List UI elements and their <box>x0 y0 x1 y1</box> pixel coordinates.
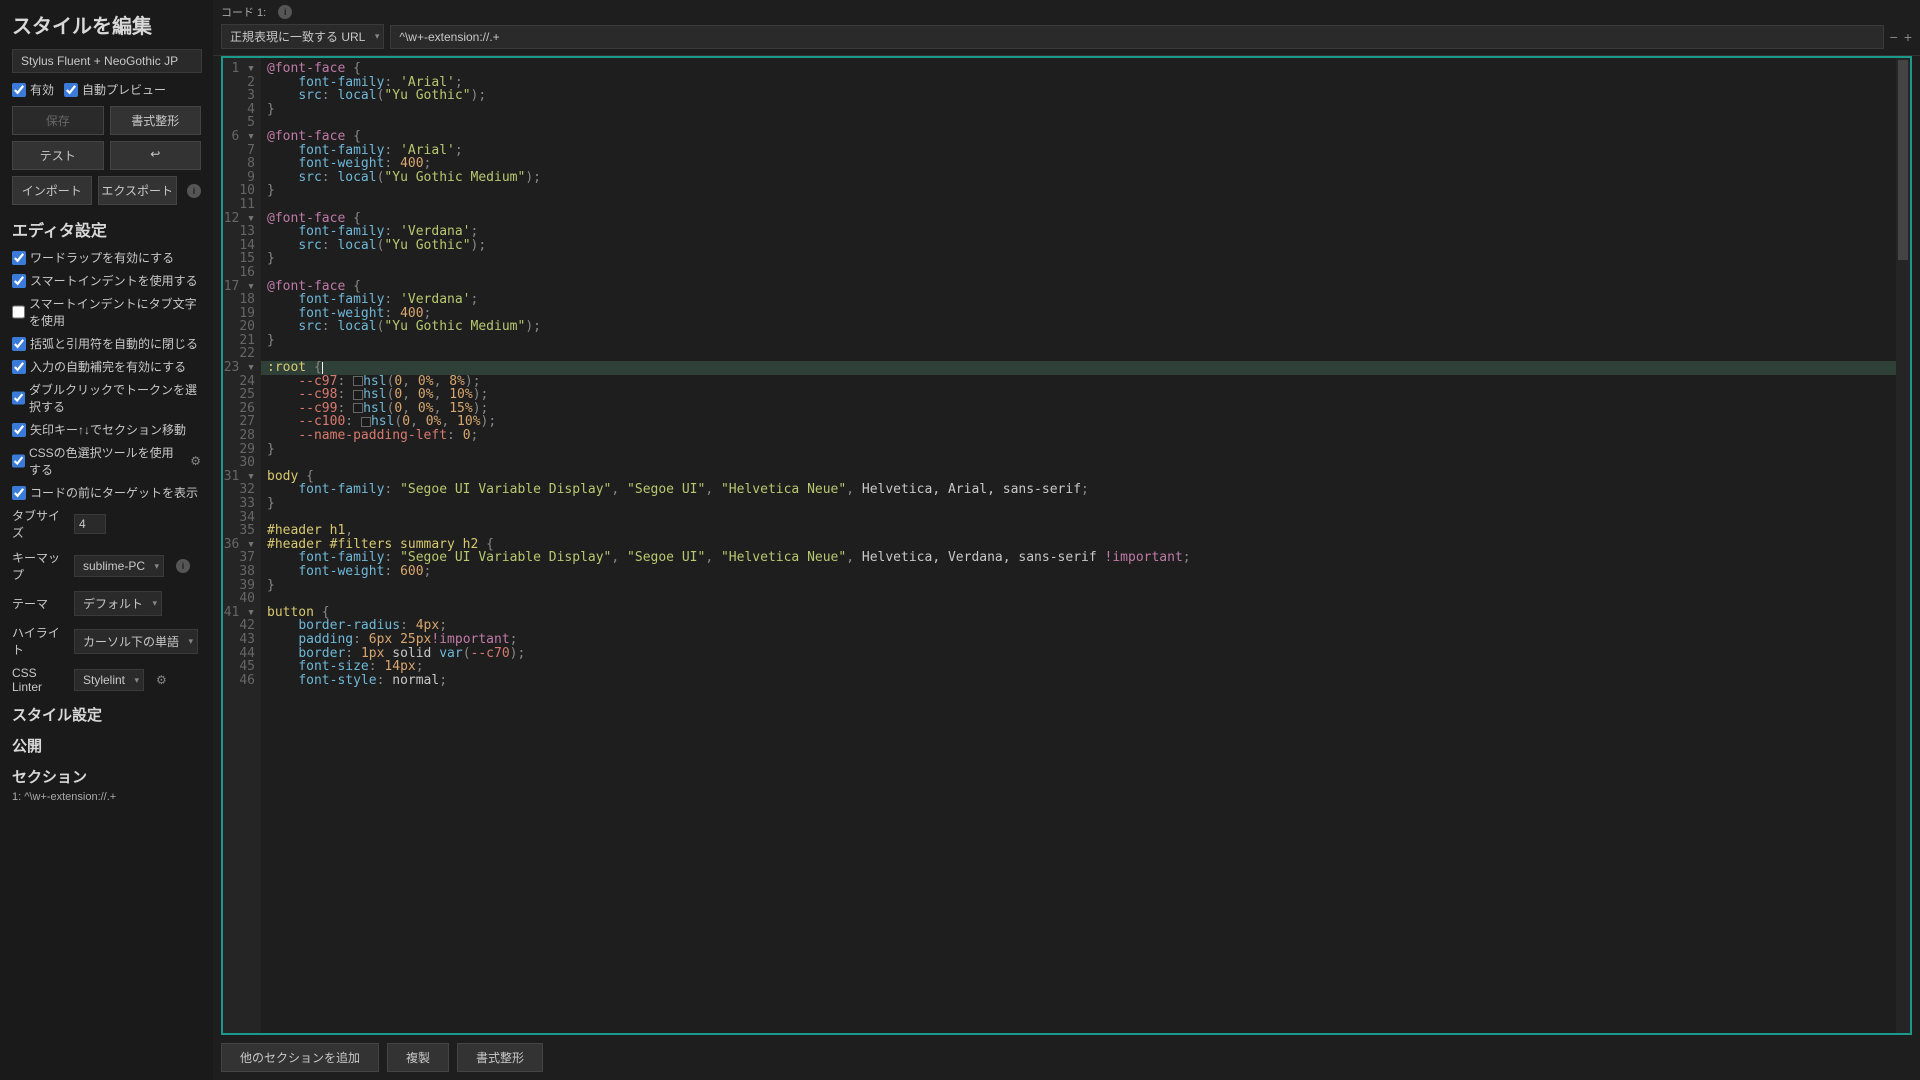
gear-icon[interactable]: ⚙ <box>156 673 167 687</box>
setting-checkbox[interactable]: コードの前にターゲットを表示 <box>12 484 201 501</box>
beautify-section-button[interactable]: 書式整形 <box>457 1043 543 1072</box>
main: コード 1: i 正規表現に一致する URL − + 1 ▾23456 ▾789… <box>213 0 1920 1080</box>
gear-icon[interactable]: ⚙ <box>190 454 201 468</box>
scrollbar[interactable] <box>1896 58 1910 1033</box>
code-area[interactable]: @font-face { font-family: 'Arial'; src: … <box>261 58 1896 1033</box>
publish-title[interactable]: 公開 <box>12 735 201 756</box>
test-button[interactable]: テスト <box>12 141 104 170</box>
theme-label: テーマ <box>12 595 66 612</box>
import-button[interactable]: インポート <box>12 176 92 205</box>
plus-icon[interactable]: + <box>1904 29 1912 45</box>
add-section-button[interactable]: 他のセクションを追加 <box>221 1043 379 1072</box>
settings-list: ワードラップを有効にするスマートインデントを使用するスマートインデントにタブ文字… <box>12 249 201 501</box>
style-name-input[interactable] <box>12 49 202 73</box>
gutter: 1 ▾23456 ▾789101112 ▾1314151617 ▾1819202… <box>223 58 261 1033</box>
highlight-label: ハイライト <box>12 624 66 658</box>
setting-checkbox[interactable]: スマートインデントにタブ文字を使用 <box>12 295 201 329</box>
setting-checkbox[interactable]: ワードラップを有効にする <box>12 249 201 266</box>
linter-label: CSS Linter <box>12 666 66 694</box>
setting-checkbox[interactable]: CSSの色選択ツールを使用する⚙ <box>12 444 201 478</box>
clone-button[interactable]: 複製 <box>387 1043 449 1072</box>
tab-size-input[interactable] <box>74 514 106 534</box>
beautify-button[interactable]: 書式整形 <box>110 106 202 135</box>
export-button[interactable]: エクスポート <box>98 176 178 205</box>
page-title: スタイルを編集 <box>12 10 201 39</box>
keymap-dropdown[interactable]: sublime-PC <box>74 555 164 577</box>
setting-checkbox[interactable]: 入力の自動補完を有効にする <box>12 358 201 375</box>
theme-dropdown[interactable]: デフォルト <box>74 591 162 616</box>
linter-dropdown[interactable]: Stylelint <box>74 669 144 691</box>
code-editor[interactable]: 1 ▾23456 ▾789101112 ▾1314151617 ▾1819202… <box>221 56 1912 1035</box>
topbar: コード 1: i <box>213 0 1920 24</box>
scroll-thumb[interactable] <box>1898 60 1908 260</box>
applies-type-dropdown[interactable]: 正規表現に一致する URL <box>221 24 384 49</box>
bottombar: 他のセクションを追加 複製 書式整形 <box>213 1035 1920 1080</box>
style-settings-title[interactable]: スタイル設定 <box>12 704 201 725</box>
sidebar: スタイルを編集 有効 自動プレビュー 保存 書式整形 テスト ↩ インポート エ… <box>0 0 213 1080</box>
setting-checkbox[interactable]: 矢印キー↑↓でセクション移動 <box>12 421 201 438</box>
tab-size-label: タブサイズ <box>12 507 66 541</box>
setting-checkbox[interactable]: ダブルクリックでトークンを選択する <box>12 381 201 415</box>
minus-icon[interactable]: − <box>1890 29 1898 45</box>
applies-value-input[interactable] <box>390 25 1883 49</box>
info-icon[interactable]: i <box>278 5 292 19</box>
applies-bar: 正規表現に一致する URL − + <box>213 24 1920 56</box>
setting-checkbox[interactable]: 括弧と引用符を自動的に閉じる <box>12 335 201 352</box>
enabled-checkbox[interactable]: 有効 <box>12 81 54 98</box>
editor-settings-title: エディタ設定 <box>12 217 201 241</box>
highlight-dropdown[interactable]: カーソル下の単語 <box>74 629 198 654</box>
autopreview-checkbox[interactable]: 自動プレビュー <box>64 81 166 98</box>
keymap-label: キーマップ <box>12 549 66 583</box>
back-button[interactable]: ↩ <box>110 141 202 170</box>
info-icon[interactable]: i <box>187 184 201 198</box>
save-button[interactable]: 保存 <box>12 106 104 135</box>
sections-title[interactable]: セクション <box>12 766 201 787</box>
setting-checkbox[interactable]: スマートインデントを使用する <box>12 272 201 289</box>
info-icon[interactable]: i <box>176 559 190 573</box>
code-label: コード 1: <box>221 4 266 20</box>
toc-item[interactable]: 1: ^\w+-extension://.+ <box>12 791 201 803</box>
